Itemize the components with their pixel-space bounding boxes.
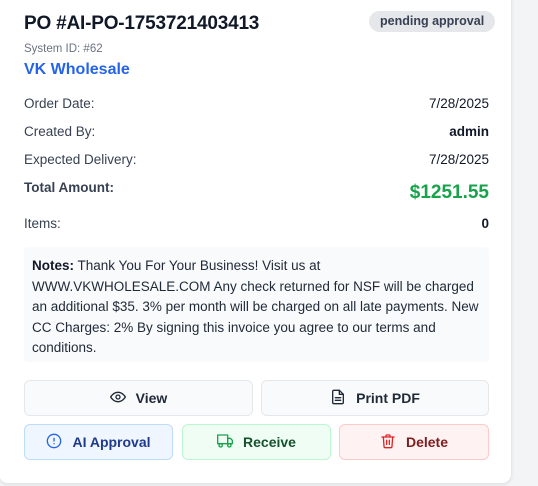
- truck-icon: [217, 433, 234, 452]
- expected-delivery-row: Expected Delivery: 7/28/2025: [24, 152, 489, 167]
- po-title: PO #AI-PO-1753721403413: [24, 13, 260, 34]
- view-button-label: View: [135, 390, 168, 406]
- purchase-order-card: PO #AI-PO-1753721403413 pending approval…: [0, 0, 512, 484]
- notes-text: Thank You For Your Business! Visit us at…: [32, 258, 479, 355]
- total-amount-value: $1251.55: [409, 182, 489, 203]
- view-button[interactable]: View: [24, 380, 253, 416]
- notes-label: Notes:: [32, 258, 75, 273]
- status-badge: pending approval: [369, 11, 496, 32]
- system-id: System ID: #62: [24, 43, 103, 55]
- alert-circle-icon: [46, 433, 62, 452]
- eye-icon: [109, 389, 126, 408]
- file-text-icon: [330, 389, 346, 408]
- expected-delivery-value: 7/28/2025: [428, 152, 489, 167]
- created-by-label: Created By:: [24, 124, 96, 139]
- print-pdf-button[interactable]: Print PDF: [261, 380, 489, 416]
- items-row: Items: 0: [24, 216, 489, 231]
- order-date-row: Order Date: 7/28/2025: [24, 96, 489, 111]
- supplier-link[interactable]: VK Wholesale: [24, 61, 130, 79]
- ai-approval-button[interactable]: AI Approval: [24, 424, 173, 460]
- order-date-value: 7/28/2025: [428, 96, 489, 111]
- ai-approval-button-label: AI Approval: [72, 434, 151, 450]
- receive-button[interactable]: Receive: [182, 424, 331, 460]
- total-amount-row: Total Amount: $1251.55: [24, 180, 489, 204]
- items-value: 0: [481, 216, 489, 231]
- total-amount-label: Total Amount:: [24, 180, 114, 195]
- print-pdf-button-label: Print PDF: [356, 390, 420, 406]
- expected-delivery-label: Expected Delivery:: [24, 152, 137, 167]
- created-by-value: admin: [449, 124, 489, 139]
- trash-icon: [380, 433, 396, 452]
- delete-button-label: Delete: [405, 434, 449, 450]
- receive-button-label: Receive: [243, 434, 296, 450]
- notes-box: Notes: Thank You For Your Business! Visi…: [24, 247, 489, 362]
- delete-button[interactable]: Delete: [339, 424, 489, 460]
- order-date-label: Order Date:: [24, 96, 95, 111]
- created-by-row: Created By: admin: [24, 124, 489, 139]
- items-label: Items:: [24, 216, 61, 231]
